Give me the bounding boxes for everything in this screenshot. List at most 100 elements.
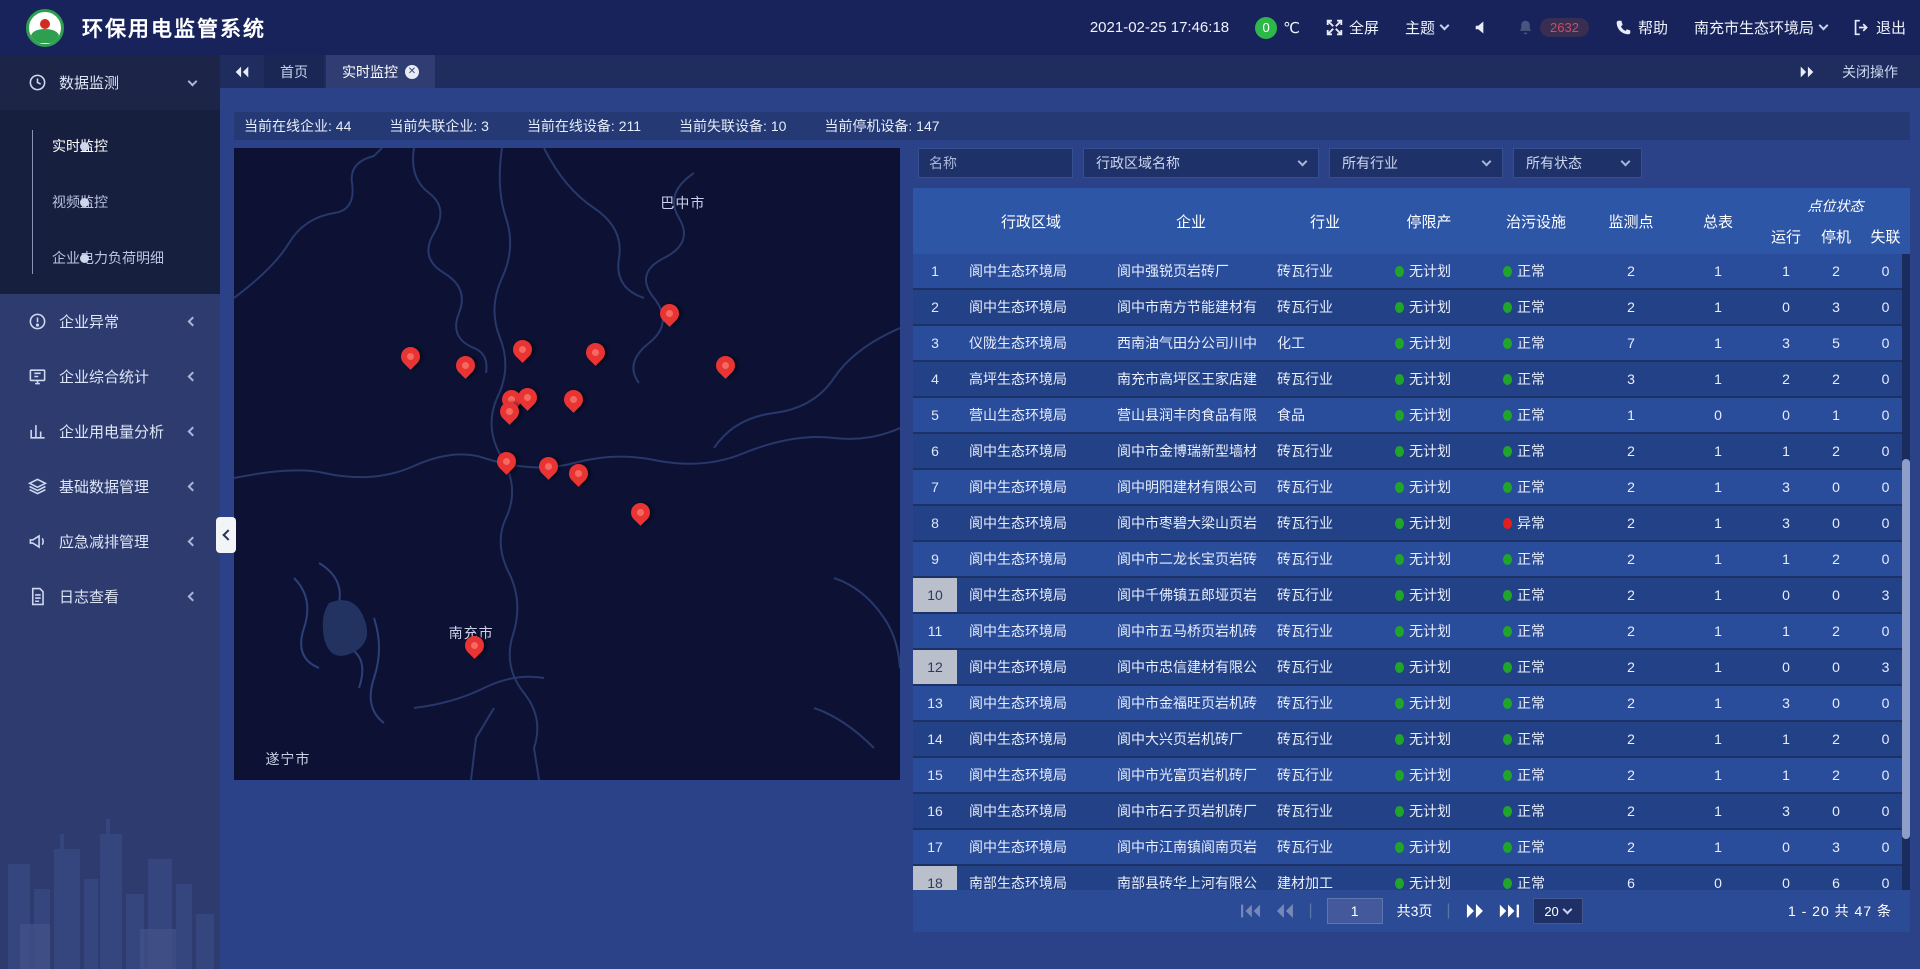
close-operations-button[interactable]: 关闭操作 bbox=[1842, 62, 1898, 82]
facility-label: 正常 bbox=[1517, 405, 1545, 425]
tab-实时监控[interactable]: 实时监控✕ bbox=[326, 55, 435, 88]
industry-filter-select[interactable]: 所有行业 bbox=[1329, 148, 1503, 178]
bar-chart-icon bbox=[28, 422, 47, 441]
status-dot-green bbox=[1503, 734, 1512, 745]
cell-company: 南充市高坪区王家店建 bbox=[1105, 362, 1277, 396]
cell-stopped-count: 2 bbox=[1811, 362, 1861, 396]
table-row-11[interactable]: 11阆中生态环境局阆中市五马桥页岩机砖砖瓦行业无计划正常21120 bbox=[913, 614, 1910, 650]
name-filter-input[interactable] bbox=[918, 148, 1073, 178]
cell-monitor-count: 2 bbox=[1587, 434, 1675, 468]
scrollbar-thumb[interactable] bbox=[1902, 459, 1910, 839]
cell-stopped-count: 2 bbox=[1811, 614, 1861, 648]
table-row-15[interactable]: 15阆中生态环境局阆中市光富页岩机砖厂砖瓦行业无计划正常21120 bbox=[913, 758, 1910, 794]
table-row-3[interactable]: 3仪陇生态环境局西南油气田分公司川中化工无计划正常71350 bbox=[913, 326, 1910, 362]
table-row-14[interactable]: 14阆中生态环境局阆中大兴页岩机砖厂砖瓦行业无计划正常21120 bbox=[913, 722, 1910, 758]
facility-label: 正常 bbox=[1517, 801, 1545, 821]
clock-icon bbox=[28, 73, 47, 92]
page-number-input[interactable] bbox=[1327, 898, 1383, 924]
column-header-monitor: 监测点 bbox=[1587, 188, 1675, 254]
chevron-left-icon bbox=[222, 529, 233, 540]
submenu-item-视频监控[interactable]: 视频监控 bbox=[0, 174, 220, 230]
sidebar-collapse-handle[interactable] bbox=[216, 517, 236, 553]
double-chevron-right-icon[interactable] bbox=[1798, 66, 1816, 78]
submenu-item-实时监控[interactable]: 实时监控 bbox=[0, 118, 220, 174]
sidebar-item-4[interactable]: 基础数据管理 bbox=[0, 459, 220, 514]
tab-close-icon[interactable]: ✕ bbox=[405, 65, 419, 79]
first-page-button[interactable] bbox=[1240, 904, 1260, 918]
table-row-7[interactable]: 7阆中生态环境局阆中明阳建材有限公司砖瓦行业无计划正常21300 bbox=[913, 470, 1910, 506]
sidebar-item-label: 数据监测 bbox=[59, 72, 119, 93]
cell-total-meter: 1 bbox=[1675, 326, 1761, 360]
column-header-running: 运行 bbox=[1761, 218, 1811, 254]
cell-running-count: 0 bbox=[1761, 830, 1811, 864]
pagination-bar: | 共3页 | 20 1 - 20 共 47 条 bbox=[913, 890, 1910, 932]
fullscreen-button[interactable]: 全屏 bbox=[1326, 17, 1379, 38]
cell-total-meter: 1 bbox=[1675, 434, 1761, 468]
cell-monitor-count: 2 bbox=[1587, 470, 1675, 504]
map-panel[interactable]: 巴中市南充市遂宁市 bbox=[234, 148, 900, 780]
cell-region: 阆中生态环境局 bbox=[957, 686, 1105, 720]
cell-stopped-count: 5 bbox=[1811, 326, 1861, 360]
sidebar-item-3[interactable]: 企业用电量分析 bbox=[0, 404, 220, 459]
cell-monitor-count: 2 bbox=[1587, 578, 1675, 612]
facility-label: 正常 bbox=[1517, 657, 1545, 677]
prev-page-button[interactable] bbox=[1274, 904, 1294, 918]
plan-label: 无计划 bbox=[1409, 657, 1451, 677]
cell-facility-status: 正常 bbox=[1485, 542, 1587, 576]
table-row-6[interactable]: 6阆中生态环境局阆中市金博瑞新型墙材砖瓦行业无计划正常21120 bbox=[913, 434, 1910, 470]
status-filter-select[interactable]: 所有状态 bbox=[1513, 148, 1642, 178]
cityscape-decoration bbox=[0, 794, 220, 969]
cell-monitor-count: 2 bbox=[1587, 686, 1675, 720]
table-row-5[interactable]: 5营山生态环境局营山县润丰肉食品有限食品无计划正常10010 bbox=[913, 398, 1910, 434]
status-dot-green bbox=[1503, 410, 1512, 421]
column-header-company: 企业 bbox=[1105, 188, 1277, 254]
collapse-tabs-button[interactable] bbox=[220, 55, 264, 88]
table-row-16[interactable]: 16阆中生态环境局阆中市石子页岩机砖厂砖瓦行业无计划正常21300 bbox=[913, 794, 1910, 830]
notifications-button[interactable]: 2632 bbox=[1517, 18, 1589, 37]
table-row-1[interactable]: 1阆中生态环境局阆中强锐页岩砖厂砖瓦行业无计划正常21120 bbox=[913, 254, 1910, 290]
table-body: 1阆中生态环境局阆中强锐页岩砖厂砖瓦行业无计划正常211202阆中生态环境局阆中… bbox=[913, 254, 1910, 890]
log-file-icon bbox=[28, 587, 47, 606]
table-row-8[interactable]: 8阆中生态环境局阆中市枣碧大梁山页岩砖瓦行业无计划异常21300 bbox=[913, 506, 1910, 542]
cell-total-meter: 1 bbox=[1675, 758, 1761, 792]
table-row-18[interactable]: 18南部生态环境局南部县砖华上河有限公建材加工无计划正常60060 bbox=[913, 866, 1910, 890]
plan-label: 无计划 bbox=[1409, 765, 1451, 785]
table-scrollbar[interactable] bbox=[1902, 254, 1910, 890]
sidebar-item-6[interactable]: 日志查看 bbox=[0, 569, 220, 624]
facility-label: 正常 bbox=[1517, 297, 1545, 317]
row-index: 12 bbox=[913, 650, 957, 684]
help-button[interactable]: 帮助 bbox=[1615, 17, 1668, 38]
cell-industry: 砖瓦行业 bbox=[1277, 506, 1373, 540]
sidebar-item-1[interactable]: 企业异常 bbox=[0, 294, 220, 349]
table-row-10[interactable]: 10阆中生态环境局阆中千佛镇五郎垭页岩砖瓦行业无计划正常21003 bbox=[913, 578, 1910, 614]
theme-dropdown[interactable]: 主题 bbox=[1405, 17, 1448, 38]
cell-stopped-count: 0 bbox=[1811, 578, 1861, 612]
table-row-2[interactable]: 2阆中生态环境局阆中市南方节能建材有砖瓦行业无计划正常21030 bbox=[913, 290, 1910, 326]
table-row-9[interactable]: 9阆中生态环境局阆中市二龙长宝页岩砖砖瓦行业无计划正常21120 bbox=[913, 542, 1910, 578]
table-row-17[interactable]: 17阆中生态环境局阆中市江南镇阆南页岩砖瓦行业无计划正常21030 bbox=[913, 830, 1910, 866]
sidebar-item-5[interactable]: 应急减排管理 bbox=[0, 514, 220, 569]
cell-stopped-count: 2 bbox=[1811, 254, 1861, 288]
region-filter-select[interactable]: 行政区域名称 bbox=[1083, 148, 1319, 178]
logout-button[interactable]: 退出 bbox=[1853, 17, 1906, 38]
table-row-12[interactable]: 12阆中生态环境局阆中市忠信建材有限公砖瓦行业无计划正常21003 bbox=[913, 650, 1910, 686]
bullet-icon bbox=[80, 142, 89, 151]
cell-industry: 砖瓦行业 bbox=[1277, 290, 1373, 324]
org-dropdown[interactable]: 南充市生态环境局 bbox=[1694, 17, 1827, 38]
tab-首页[interactable]: 首页 bbox=[264, 55, 324, 88]
cell-monitor-count: 1 bbox=[1587, 398, 1675, 432]
page-size-select[interactable]: 20 bbox=[1533, 898, 1583, 924]
table-row-13[interactable]: 13阆中生态环境局阆中市金福旺页岩机砖砖瓦行业无计划正常21300 bbox=[913, 686, 1910, 722]
cell-region: 阆中生态环境局 bbox=[957, 254, 1105, 288]
last-page-button[interactable] bbox=[1499, 904, 1519, 918]
next-page-button[interactable] bbox=[1465, 904, 1485, 918]
sidebar-item-2[interactable]: 企业综合统计 bbox=[0, 349, 220, 404]
cell-company: 阆中市五马桥页岩机砖 bbox=[1105, 614, 1277, 648]
sidebar-item-0[interactable]: 数据监测 bbox=[0, 55, 220, 110]
cell-stopped-count: 2 bbox=[1811, 722, 1861, 756]
cell-total-meter: 1 bbox=[1675, 362, 1761, 396]
table-row-4[interactable]: 4高坪生态环境局南充市高坪区王家店建砖瓦行业无计划正常31220 bbox=[913, 362, 1910, 398]
submenu-item-企业电力负荷明细[interactable]: 企业电力负荷明细 bbox=[0, 230, 220, 286]
mute-button[interactable] bbox=[1474, 19, 1491, 36]
row-index: 17 bbox=[913, 830, 957, 864]
